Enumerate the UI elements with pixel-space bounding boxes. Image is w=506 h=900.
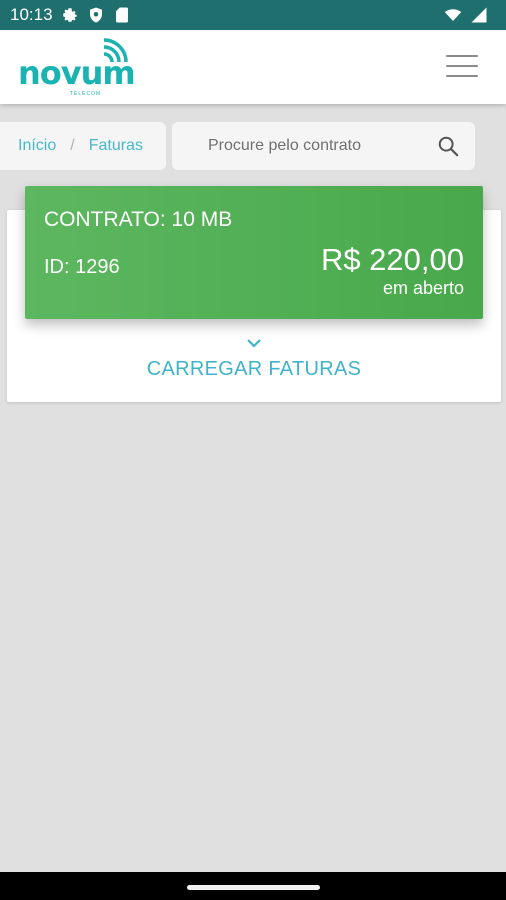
status-time: 10:13: [10, 5, 53, 24]
contract-title: CONTRATO: 10 MB: [44, 208, 233, 231]
hamburger-menu-icon[interactable]: [446, 55, 478, 77]
contract-id: ID: 1296: [44, 256, 120, 278]
chevron-down-icon: [247, 339, 261, 348]
home-gesture-handle[interactable]: [187, 885, 320, 890]
logo-subtext: TELECOM: [70, 91, 102, 97]
contract-summary[interactable]: CONTRATO: 10 MB ID: 1296 R$ 220,00 em ab…: [25, 186, 483, 319]
system-nav-bar: [0, 872, 506, 900]
contract-search-input[interactable]: [208, 137, 428, 155]
search-icon[interactable]: [437, 135, 459, 157]
breadcrumb: Início / Faturas: [0, 122, 166, 170]
contract-amount: R$ 220,00: [320, 242, 464, 277]
shield-icon: [89, 7, 102, 23]
status-right-icons: [444, 6, 496, 24]
contract-search: [172, 122, 475, 170]
cellular-signal-icon: [471, 7, 487, 23]
settings-gear-icon: [62, 8, 77, 22]
breadcrumb-home[interactable]: Início: [18, 137, 56, 155]
app-header: novum TELECOM: [0, 30, 506, 104]
status-bar: 10:13: [0, 0, 506, 30]
breadcrumb-current[interactable]: Faturas: [89, 137, 143, 155]
sim-card-icon: [115, 7, 128, 23]
load-invoices-label: CARREGAR FATURAS: [146, 358, 362, 380]
contract-status: em aberto: [382, 278, 464, 298]
novum-logo[interactable]: novum TELECOM: [16, 34, 136, 98]
logo-text: novum: [18, 54, 136, 92]
wifi-icon: [444, 9, 462, 21]
breadcrumb-separator: /: [70, 137, 75, 154]
load-invoices-button[interactable]: CARREGAR FATURAS: [7, 336, 501, 396]
